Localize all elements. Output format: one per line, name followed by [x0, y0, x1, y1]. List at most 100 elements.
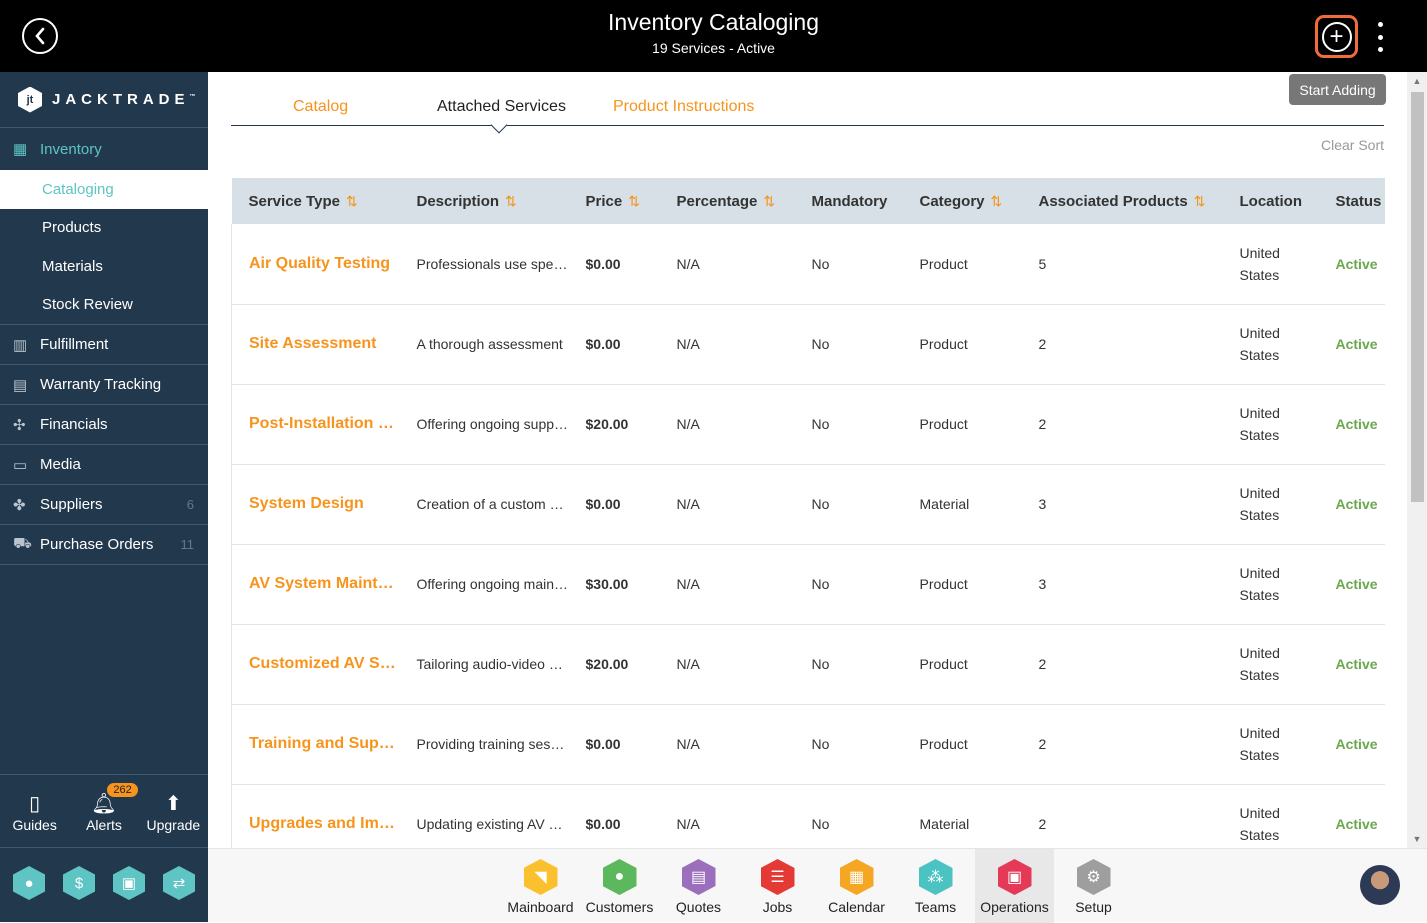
column-header-service-type: Service Type ⇅: [232, 178, 400, 224]
sidebar-item-suppliers[interactable]: ✤ Suppliers 6: [0, 485, 208, 525]
cell-location: United States: [1239, 325, 1280, 363]
workflow-icon[interactable]: ⇄: [163, 866, 195, 900]
cell-service[interactable]: Post-Installation Support: [231, 384, 400, 464]
clear-sort-link[interactable]: Clear Sort: [1321, 137, 1384, 153]
cell-category: Product: [919, 416, 968, 432]
column-header-label: Mandatory: [811, 192, 888, 210]
app-teams[interactable]: ⁂ Teams: [896, 849, 975, 923]
cell-price: $0.00: [585, 496, 621, 512]
user-avatar[interactable]: [1360, 865, 1400, 905]
calendar-icon: ▦: [839, 859, 874, 895]
sidebar-item-purchase-orders[interactable]: ⛟ Purchase Orders 11: [0, 525, 208, 565]
app-jobs[interactable]: ☰ Jobs: [738, 849, 817, 923]
sort-icon[interactable]: ⇅: [763, 193, 775, 209]
table-row[interactable]: Site Assessment A thorough assessment $0.0…: [231, 304, 1385, 384]
alerts-label: Alerts: [86, 817, 122, 833]
sort-icon[interactable]: ⇅: [505, 193, 517, 209]
app-calendar[interactable]: ▦ Calendar: [817, 849, 896, 923]
sidebar-item-inventory[interactable]: ▦ Inventory: [0, 128, 208, 170]
cell-mandatory: No: [811, 255, 830, 272]
app-label: Teams: [914, 899, 957, 915]
cell-assoc: 2: [1038, 816, 1047, 832]
app-operations[interactable]: ▣ Operations: [975, 849, 1054, 923]
cell-description: A thorough assessment: [416, 336, 563, 352]
add-button[interactable]: +: [1315, 15, 1358, 58]
sort-icon[interactable]: ⇅: [628, 193, 640, 209]
cell-status: Active: [1335, 255, 1378, 272]
cell-description: Tailoring audio-video systems: [416, 656, 569, 672]
cell-service[interactable]: Site Assessment: [231, 304, 400, 384]
column-header-label: Service Type: [248, 192, 340, 210]
cell-assoc: 5: [1038, 255, 1047, 272]
cell-service[interactable]: Air Quality Testing: [231, 224, 400, 304]
sidebar-item-fulfillment[interactable]: ▥ Fulfillment: [0, 325, 208, 365]
gear-icon: ⚙: [1076, 859, 1111, 895]
sidebar-subitem-materials[interactable]: Materials: [0, 247, 208, 286]
dollar-icon[interactable]: $: [63, 866, 95, 900]
cell-location: United States: [1239, 725, 1280, 763]
sidebar-subitem-products[interactable]: Products: [0, 209, 208, 248]
suppliers-icon: ✤: [13, 496, 26, 514]
brand-logo[interactable]: jt JACKTRADE™: [0, 72, 208, 128]
scroll-down-arrow-icon[interactable]: ▼: [1407, 830, 1427, 848]
sidebar-item-label: Media: [40, 456, 81, 473]
cell-location: United States: [1239, 244, 1280, 283]
app-label: Jobs: [762, 899, 793, 915]
app-label: Mainboard: [507, 899, 574, 915]
cell-price: $0.00: [585, 336, 621, 352]
tab-bar: Catalog Attached Services Product Instru…: [231, 98, 1384, 134]
app-customers[interactable]: ● Customers: [580, 849, 659, 923]
app-setup[interactable]: ⚙ Setup: [1054, 849, 1133, 923]
table-row[interactable]: Upgrades and Improvements Updating existi…: [231, 784, 1385, 848]
cell-service[interactable]: Upgrades and Improvements: [231, 784, 400, 848]
money-icon[interactable]: ▣: [113, 866, 145, 900]
tab-attached-services[interactable]: Attached Services: [437, 98, 566, 116]
table-header-row: Service Type ⇅ Description ⇅ Price ⇅ Percentag…: [231, 178, 1385, 224]
cell-status: Active: [1335, 656, 1378, 672]
scroll-up-arrow-icon[interactable]: ▲: [1407, 72, 1427, 90]
cell-category: Product: [919, 255, 968, 272]
sort-icon[interactable]: ⇅: [991, 193, 1003, 209]
sidebar-item-warranty-tracking[interactable]: ▤ Warranty Tracking: [0, 365, 208, 405]
cell-service[interactable]: AV System Maintenance: [231, 544, 400, 624]
sort-icon[interactable]: ⇅: [346, 193, 358, 209]
cell-service[interactable]: Training and Support: [231, 704, 400, 784]
alerts-button[interactable]: 262 🔔︎ Alerts: [69, 783, 138, 847]
scrollbar-thumb[interactable]: [1411, 92, 1424, 502]
upgrade-button[interactable]: ⬆ Upgrade: [139, 791, 208, 847]
sidebar-subitem-cataloging[interactable]: Cataloging: [0, 170, 208, 209]
sidebar-item-financials[interactable]: ✣ Financials: [0, 405, 208, 445]
table-row[interactable]: System Design Creation of a custom design…: [231, 464, 1385, 544]
user-icon[interactable]: ●: [13, 866, 45, 900]
cell-service[interactable]: System Design: [231, 464, 400, 544]
upgrade-label: Upgrade: [146, 817, 201, 833]
more-menu-button[interactable]: [1372, 22, 1388, 52]
cell-percentage: N/A: [676, 416, 700, 432]
app-mainboard[interactable]: ◥ Mainboard: [501, 849, 580, 923]
suppliers-count: 6: [186, 497, 194, 512]
cell-status: Active: [1335, 816, 1378, 832]
kebab-dot: [1377, 22, 1383, 27]
guides-button[interactable]: ▯ Guides: [0, 791, 69, 847]
table-row[interactable]: Training and Support Providing training s…: [231, 704, 1385, 784]
table-row[interactable]: Air Quality Testing Professionals use spe…: [231, 224, 1385, 304]
sidebar-item-media[interactable]: ▭ Media: [0, 445, 208, 485]
cell-location: United States: [1239, 485, 1280, 523]
sidebar-subitem-stock-review[interactable]: Stock Review: [0, 286, 208, 325]
jobs-icon: ☰: [760, 859, 795, 895]
vertical-scrollbar[interactable]: ▲ ▼: [1407, 72, 1427, 848]
cell-percentage: N/A: [676, 656, 700, 672]
cell-description: Offering ongoing maintenance: [416, 576, 569, 592]
app-quotes[interactable]: ▤ Quotes: [659, 849, 738, 923]
teams-icon: ⁂: [918, 859, 953, 895]
tab-catalog[interactable]: Catalog: [293, 98, 348, 116]
arrow-up-icon: ⬆: [164, 793, 182, 815]
cell-service[interactable]: Customized AV Solutions: [231, 624, 400, 704]
sort-icon[interactable]: ⇅: [1194, 193, 1206, 209]
table-row[interactable]: AV System Maintenance Offering ongoing ma…: [231, 544, 1385, 624]
sidebar: jt JACKTRADE™ ▦ Inventory Cataloging Pro…: [0, 72, 208, 922]
table-row[interactable]: Post-Installation Support Offering ongoin…: [231, 384, 1385, 464]
table-row[interactable]: Customized AV Solutions Tailoring audio-v…: [231, 624, 1385, 704]
cell-location: United States: [1239, 805, 1280, 843]
tab-product-instructions[interactable]: Product Instructions: [613, 98, 754, 116]
